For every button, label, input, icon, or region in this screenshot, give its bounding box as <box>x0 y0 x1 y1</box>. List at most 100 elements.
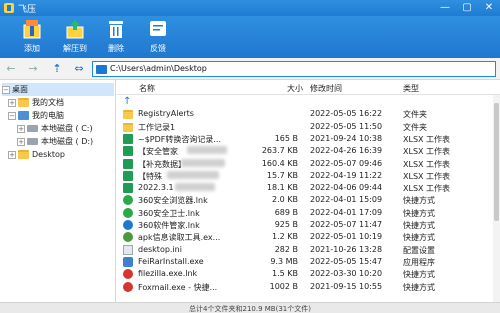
tree-item-desktop-folder[interactable]: + Desktop <box>8 148 65 161</box>
up-level-icon[interactable]: ⇡ <box>50 62 64 76</box>
file-size: 15.7 KB <box>266 170 298 180</box>
file-row[interactable]: 【安全管家 263.7 KB 2022-04-26 16:39 XLSX 工作表 <box>117 145 500 157</box>
column-name[interactable]: 名称 <box>139 83 155 94</box>
tree-item-desktop[interactable]: − 桌面 <box>2 83 114 96</box>
file-row[interactable]: ~$PDF转换咨询记录... 165 B 2021-09-24 10:38 XLSX … <box>117 133 500 145</box>
file-type: 文件夹 <box>403 110 427 120</box>
file-name: 2022.3.1 <box>138 183 174 193</box>
expand-icon[interactable]: + <box>17 137 25 146</box>
minimize-button[interactable]: — <box>438 1 452 14</box>
path-toggle-icon[interactable]: ⇔ <box>72 62 86 76</box>
delete-label: 删除 <box>108 44 124 53</box>
file-size: 282 B <box>274 244 298 254</box>
file-list: 名称 大小 修改时间 类型 ↑ RegistryAlerts 2022-05-05 … <box>117 80 500 302</box>
file-date: 2022-05-01 10:19 <box>310 232 383 242</box>
file-name: 工作记录1 <box>138 122 176 132</box>
file-row[interactable]: 360安全卫士.lnk 689 B 2022-04-01 17:09 快捷方式 <box>117 207 500 219</box>
file-size: 1.2 KB <box>272 232 298 242</box>
folder-icon <box>96 65 107 74</box>
collapse-icon[interactable]: − <box>8 111 16 120</box>
file-row[interactable]: 工作记录1 2022-05-05 11:50 文件夹 <box>117 121 500 133</box>
expand-icon[interactable]: + <box>8 150 16 159</box>
file-name: 360安全卫士.lnk <box>138 208 200 218</box>
tree-item-docs[interactable]: + 我的文档 <box>8 96 64 109</box>
status-bar: 总计4个文件夹和210.9 MB(31个文件) <box>0 302 500 313</box>
file-date: 2022-04-19 11:22 <box>310 170 383 180</box>
file-type: XLSX 工作表 <box>403 134 451 144</box>
file-row[interactable]: 360安全浏览器.lnk 2.0 KB 2022-04-01 15:09 快捷方式 <box>117 194 500 206</box>
maximize-button[interactable]: ▢ <box>460 1 474 14</box>
file-row[interactable]: FeiRarInstall.exe 9.3 MB 2022-05-05 15:47 应… <box>117 256 500 268</box>
close-button[interactable]: ✕ <box>482 1 496 14</box>
tree-item-d-drive[interactable]: + 本地磁盘 ( D:) <box>17 135 93 148</box>
column-size[interactable]: 大小 <box>287 83 303 94</box>
browser-icon <box>123 195 133 206</box>
add-button[interactable]: 添加 <box>12 18 52 56</box>
file-size: 263.7 KB <box>261 146 298 156</box>
file-type: 快捷方式 <box>403 221 435 230</box>
tool-icon <box>123 232 133 243</box>
file-type: XLSX 工作表 <box>403 159 451 169</box>
file-type: 快捷方式 <box>403 270 435 280</box>
tree-label-pc: 我的电脑 <box>32 111 64 120</box>
file-name: 【安全管家 <box>138 147 178 157</box>
file-row[interactable]: 360软件管家.lnk 925 B 2022-05-07 11:47 快捷方式 <box>117 219 500 231</box>
file-row[interactable]: 【补充数据】 160.4 KB 2022-05-07 09:46 XLSX 工作表 <box>117 158 500 170</box>
file-name: 【补充数据】 <box>138 159 186 169</box>
file-type: 快捷方式 <box>403 233 435 243</box>
app-logo-icon <box>4 3 14 13</box>
up-level-row[interactable]: ↑ <box>117 96 500 108</box>
scrollbar[interactable] <box>493 95 500 302</box>
back-icon[interactable]: ← <box>4 62 18 76</box>
file-size: 9.3 MB <box>270 256 298 266</box>
file-row[interactable]: 2022.3.1 18.1 KB 2022-04-06 09:44 XLSX 工作表 <box>117 182 500 194</box>
add-label: 添加 <box>24 44 40 53</box>
file-date: 2022-05-07 09:46 <box>310 158 383 168</box>
file-row[interactable]: 【特殊 15.7 KB 2022-04-19 11:22 XLSX 工作表 <box>117 170 500 182</box>
foxmail-icon <box>123 281 133 292</box>
column-type[interactable]: 类型 <box>403 83 419 94</box>
tree-item-pc[interactable]: − 我的电脑 <box>8 109 64 122</box>
file-row[interactable]: filezilla.exe.lnk 1.5 KB 2022-03-30 10:20 快… <box>117 268 500 280</box>
shield-icon <box>123 207 133 218</box>
file-date: 2022-05-05 11:50 <box>310 121 383 131</box>
file-type: 快捷方式 <box>403 196 435 206</box>
folder-icon <box>18 98 29 107</box>
redacted-text <box>187 146 227 155</box>
xlsx-icon <box>123 170 133 181</box>
file-date: 2021-09-15 10:55 <box>310 281 383 291</box>
file-row[interactable]: RegistryAlerts 2022-05-05 16:22 文件夹 <box>117 108 500 120</box>
file-type: 快捷方式 <box>403 282 435 292</box>
file-row[interactable]: Foxmail.exe - 快捷... 1002 B 2021-09-15 10:5… <box>117 281 500 293</box>
tree-label-d-drive: 本地磁盘 ( D:) <box>41 137 94 146</box>
file-date: 2022-05-05 15:47 <box>310 256 383 266</box>
file-list-header: 名称 大小 修改时间 类型 <box>117 80 500 95</box>
expand-icon[interactable]: + <box>17 124 25 133</box>
file-date: 2022-04-01 15:09 <box>310 195 383 205</box>
file-size: 165 B <box>274 133 298 143</box>
file-date: 2022-05-05 16:22 <box>310 109 383 119</box>
tree-label-desktop: 桌面 <box>12 85 28 94</box>
up-arrow-icon: ↑ <box>123 96 133 107</box>
delete-button[interactable]: 删除 <box>96 18 136 56</box>
tree-item-c-drive[interactable]: + 本地磁盘 ( C:) <box>17 122 93 135</box>
app-icon <box>123 220 133 230</box>
tree-label-docs: 我的文档 <box>32 98 64 107</box>
file-date: 2022-04-06 09:44 <box>310 183 383 193</box>
feedback-button[interactable]: 反馈 <box>138 18 178 56</box>
file-date: 2021-09-24 10:38 <box>310 133 383 143</box>
file-type: 文件夹 <box>403 122 427 132</box>
file-row[interactable]: apk信息读取工具.ex... 1.2 KB 2022-05-01 10:19 快捷方… <box>117 231 500 243</box>
feedback-label: 反馈 <box>150 44 166 53</box>
forward-icon[interactable]: → <box>26 62 40 76</box>
extract-icon <box>66 20 84 39</box>
address-input[interactable]: C:\Users\admin\Desktop <box>92 61 496 77</box>
file-date: 2021-10-26 13:28 <box>310 244 383 254</box>
scrollbar-thumb[interactable] <box>494 103 499 221</box>
column-date[interactable]: 修改时间 <box>310 83 342 94</box>
extract-button[interactable]: 解压到 <box>55 18 95 56</box>
expand-icon[interactable]: + <box>8 98 16 107</box>
file-row[interactable]: desktop.ini 282 B 2021-10-26 13:28 配置设置 <box>117 244 500 256</box>
collapse-icon[interactable]: − <box>2 85 10 94</box>
file-name: apk信息读取工具.ex... <box>138 233 221 243</box>
